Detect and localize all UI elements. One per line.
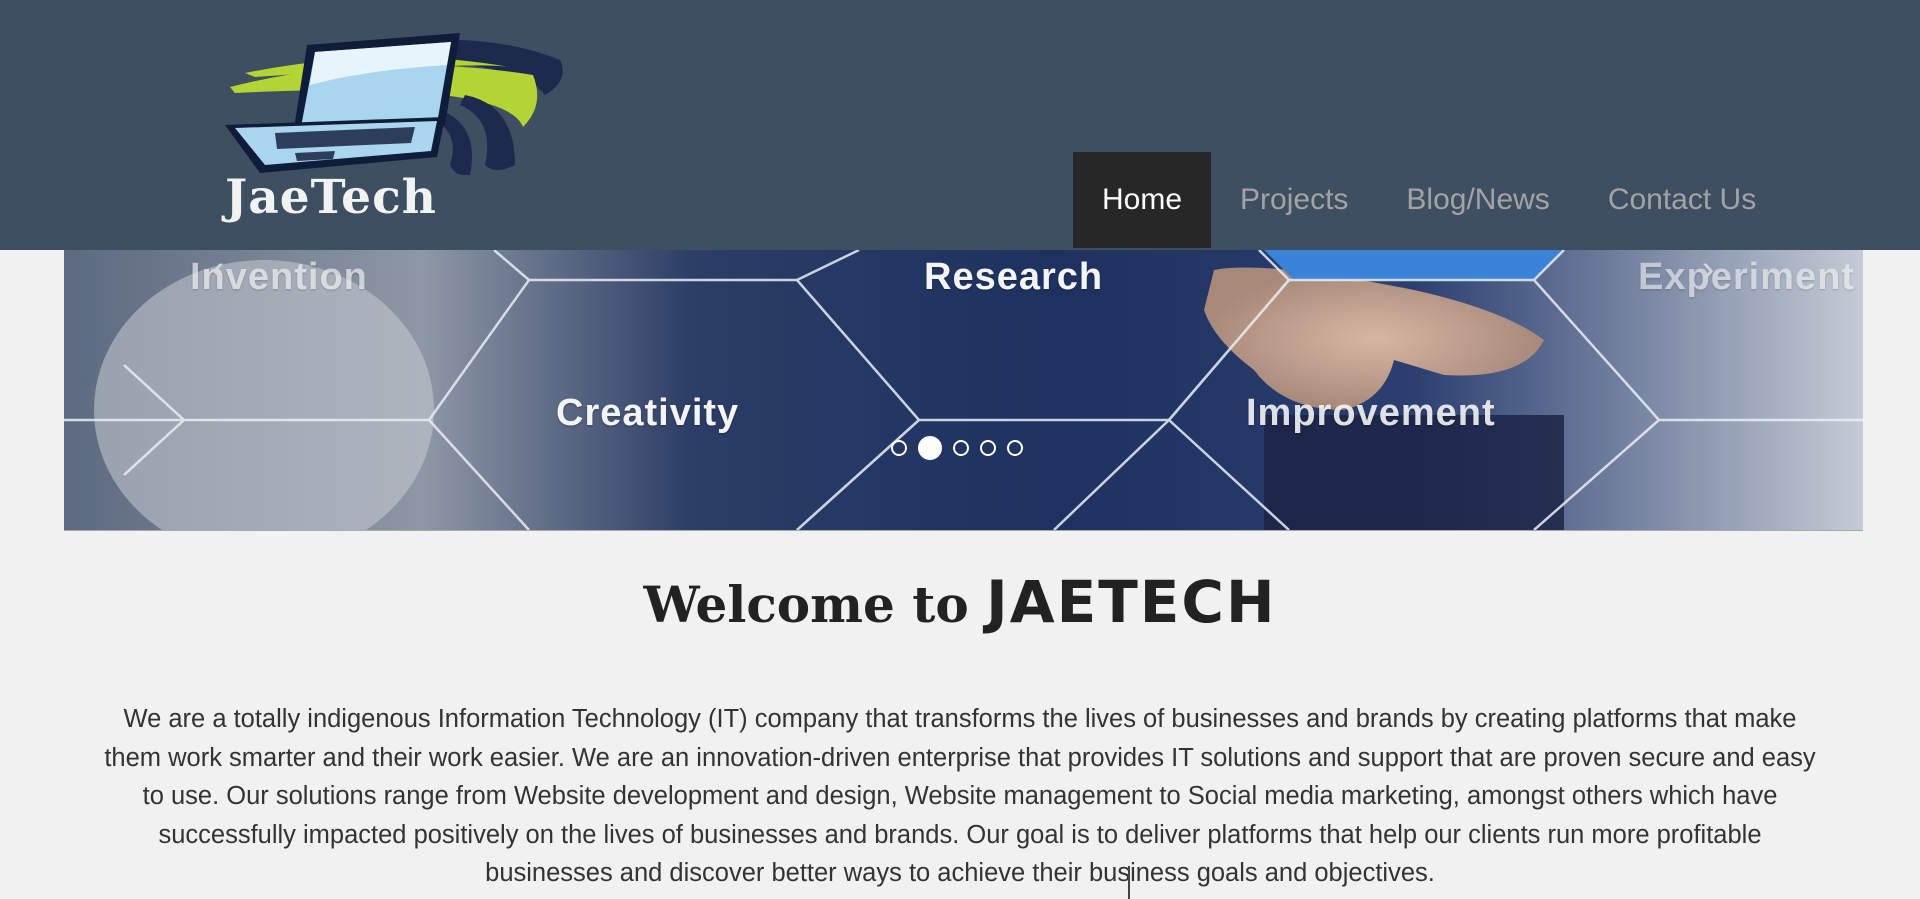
text-cursor-icon <box>1128 866 1130 899</box>
nav-blog-news[interactable]: Blog/News <box>1377 152 1578 248</box>
welcome-prefix: Welcome to <box>643 575 969 634</box>
nav-contact-us[interactable]: Contact Us <box>1579 152 1785 248</box>
chevron-right-icon: › <box>1701 250 1715 290</box>
hero-carousel[interactable]: Invention Research Experiment Creativity… <box>64 250 1863 531</box>
nav-projects[interactable]: Projects <box>1211 152 1377 248</box>
carousel-prev-button[interactable]: ‹ <box>201 250 235 290</box>
laptop-logo-icon <box>225 33 563 175</box>
welcome-brand: JAETECH <box>986 568 1277 636</box>
carousel-indicator-2[interactable] <box>918 436 942 460</box>
main-nav: Home Projects Blog/News Contact Us <box>1073 152 1785 248</box>
site-header: JaeTech Home Projects Blog/News Contact … <box>0 0 1920 250</box>
welcome-heading: Welcome to JAETECH <box>0 568 1920 636</box>
intro-paragraph: We are a totally indigenous Information … <box>104 705 1816 887</box>
carousel-next-button[interactable]: › <box>1691 250 1725 290</box>
jaetech-logo[interactable]: JaeTech <box>215 25 575 230</box>
banner-label-research: Research <box>924 256 1104 298</box>
carousel-indicator-1[interactable] <box>891 440 907 456</box>
carousel-indicators <box>891 436 1034 460</box>
logo-wordmark: JaeTech <box>225 170 437 225</box>
carousel-indicator-3[interactable] <box>953 440 969 456</box>
carousel-indicator-5[interactable] <box>1007 440 1023 456</box>
banner-label-creativity: Creativity <box>556 392 740 434</box>
carousel-indicator-4[interactable] <box>980 440 996 456</box>
banner-label-improvement: Improvement <box>1246 392 1496 434</box>
banner-label-experiment: Experiment <box>1638 256 1855 298</box>
chevron-left-icon: ‹ <box>211 250 225 290</box>
nav-home[interactable]: Home <box>1073 152 1212 248</box>
